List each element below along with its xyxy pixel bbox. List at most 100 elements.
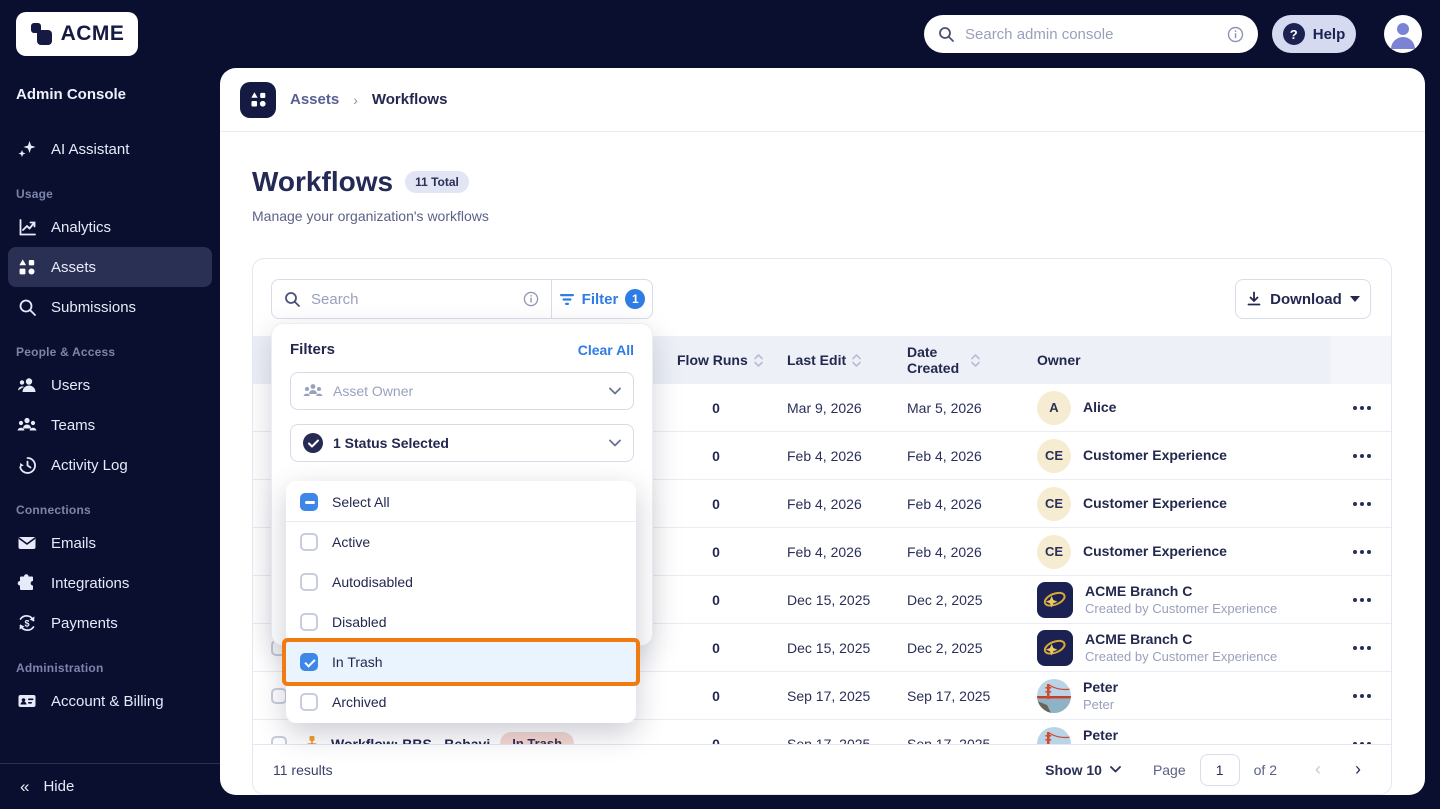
filter-count-badge: 1: [625, 289, 646, 309]
sidebar-item-analytics[interactable]: Analytics: [0, 207, 220, 247]
asset-owner-icon: [303, 382, 323, 400]
sidebar-section-usage: Usage: [16, 187, 54, 201]
in-trash-checkbox[interactable]: [300, 653, 318, 671]
filter-option-autodisabled[interactable]: Autodisabled: [286, 562, 636, 602]
analytics-icon: [17, 217, 37, 237]
filter-option-select-all[interactable]: Select All: [286, 482, 636, 522]
sidebar-item-submissions[interactable]: Submissions: [0, 287, 220, 327]
active-checkbox[interactable]: [300, 533, 318, 551]
pagination-next-button[interactable]: ›: [1345, 759, 1371, 780]
sparkles-icon: [17, 139, 37, 159]
sort-icon[interactable]: [971, 353, 980, 368]
table-row[interactable]: Workflow: BBS - Behavi In Trash 0 Sep 17…: [253, 720, 1391, 746]
select-all-checkbox[interactable]: [300, 492, 318, 511]
page-subtitle: Manage your organization's workflows: [252, 208, 489, 224]
acme-logo-icon: [30, 22, 54, 46]
admin-search-input[interactable]: [965, 25, 1217, 43]
acme-branch-logo: [1037, 581, 1073, 618]
acme-logo-text: ACME: [60, 22, 125, 45]
row-checkbox[interactable]: [271, 687, 287, 704]
column-header-owner: Owner: [1037, 352, 1081, 368]
owner-cell: ACME Branch C Created by Customer Experi…: [1021, 581, 1331, 618]
page-number-input[interactable]: [1199, 753, 1240, 786]
filter-button[interactable]: Filter 1: [552, 280, 652, 318]
activity-log-icon: [17, 455, 37, 475]
autodisabled-checkbox[interactable]: [300, 573, 318, 591]
table-search-field[interactable]: [272, 280, 551, 318]
download-button[interactable]: Download: [1235, 279, 1371, 319]
owner-cell: CE Customer Experience: [1021, 486, 1331, 521]
row-menu-button[interactable]: [1353, 597, 1371, 602]
chevron-down-icon: [609, 387, 621, 395]
sidebar-section-connections: Connections: [16, 503, 91, 517]
sidebar-item-assets[interactable]: Assets: [8, 247, 212, 287]
sort-icon[interactable]: [753, 353, 763, 368]
row-menu-button[interactable]: [1353, 453, 1371, 458]
users-icon: [17, 375, 37, 395]
topbar: ACME ? Help: [0, 0, 1440, 68]
filter-option-active[interactable]: Active: [286, 522, 636, 562]
owner-cell: A Alice: [1021, 390, 1331, 425]
row-menu-button[interactable]: [1353, 501, 1371, 506]
page-size-select[interactable]: Show 10: [1045, 762, 1121, 778]
column-header-last-edit[interactable]: Last Edit: [771, 352, 891, 368]
person-icon: [1391, 23, 1415, 49]
row-menu-button[interactable]: [1353, 645, 1371, 650]
sidebar-item-users[interactable]: Users: [0, 365, 220, 405]
row-menu-button[interactable]: [1353, 405, 1371, 410]
table-search-input[interactable]: [311, 290, 513, 308]
row-menu-button[interactable]: [1353, 693, 1371, 698]
help-button[interactable]: ? Help: [1272, 15, 1356, 53]
payments-icon: $: [17, 613, 37, 633]
owner-avatar: CE: [1037, 486, 1071, 521]
asset-owner-select[interactable]: Asset Owner: [290, 372, 634, 410]
sidebar-item-ai-assistant[interactable]: AI Assistant: [0, 129, 220, 169]
disabled-checkbox[interactable]: [300, 613, 318, 631]
chevron-down-icon: [609, 439, 621, 447]
id-card-icon: [17, 691, 37, 711]
emails-icon: [17, 533, 37, 553]
sidebar-item-teams[interactable]: Teams: [0, 405, 220, 445]
archived-checkbox[interactable]: [300, 693, 318, 711]
sort-icon[interactable]: [852, 353, 861, 368]
user-avatar[interactable]: [1384, 15, 1422, 53]
sidebar-item-integrations[interactable]: Integrations: [0, 563, 220, 603]
column-header-flow-runs[interactable]: Flow Runs: [661, 352, 771, 368]
assets-icon: [17, 257, 37, 277]
owner-avatar: CE: [1037, 438, 1071, 473]
sidebar-item-emails[interactable]: Emails: [0, 523, 220, 563]
breadcrumb-assets-link[interactable]: Assets: [290, 91, 339, 108]
status-options-dropdown: Select All Active Autodisabled Disabled …: [286, 481, 636, 723]
sidebar-title: Admin Console: [16, 86, 127, 103]
filters-title: Filters: [290, 341, 336, 358]
search-icon: [284, 291, 301, 308]
admin-search-bar[interactable]: [924, 15, 1258, 53]
row-menu-button[interactable]: [1353, 549, 1371, 554]
teams-icon: [17, 415, 37, 435]
chevron-down-icon: [1110, 766, 1121, 773]
column-header-date-created[interactable]: Date Created: [891, 344, 1021, 376]
sidebar-item-activity-log[interactable]: Activity Log: [0, 445, 220, 485]
chevron-right-icon: ›: [353, 91, 358, 108]
filter-option-disabled[interactable]: Disabled: [286, 602, 636, 642]
sidebar-item-account-billing[interactable]: Account & Billing: [0, 681, 220, 721]
pagination: Show 10 Page of 2 ‹ ›: [1045, 753, 1371, 786]
total-count-badge: 11 Total: [405, 171, 469, 193]
sidebar-collapse-button[interactable]: « Hide: [0, 763, 220, 809]
workflows-table-card: Filter 1 Download Flow Runs: [252, 258, 1392, 795]
collapse-icon: «: [20, 776, 30, 796]
admin-console-page: ACME ? Help Admin Console AI Assistant: [0, 0, 1440, 809]
breadcrumb-current: Workflows: [371, 91, 448, 108]
filter-option-archived[interactable]: Archived: [286, 682, 636, 722]
table-toolbar: Filter 1 Download: [271, 279, 1371, 319]
info-icon: [1227, 26, 1244, 43]
sidebar-item-payments[interactable]: $ Payments: [0, 603, 220, 643]
pagination-prev-button[interactable]: ‹: [1305, 759, 1331, 780]
results-count: 11 results: [273, 761, 333, 778]
filter-option-in-trash[interactable]: In Trash: [286, 642, 636, 682]
acme-branch-logo: [1037, 629, 1073, 666]
clear-all-button[interactable]: Clear All: [578, 342, 634, 358]
status-select[interactable]: 1 Status Selected: [290, 424, 634, 462]
puzzle-icon: [17, 573, 37, 593]
acme-logo[interactable]: ACME: [16, 12, 138, 56]
